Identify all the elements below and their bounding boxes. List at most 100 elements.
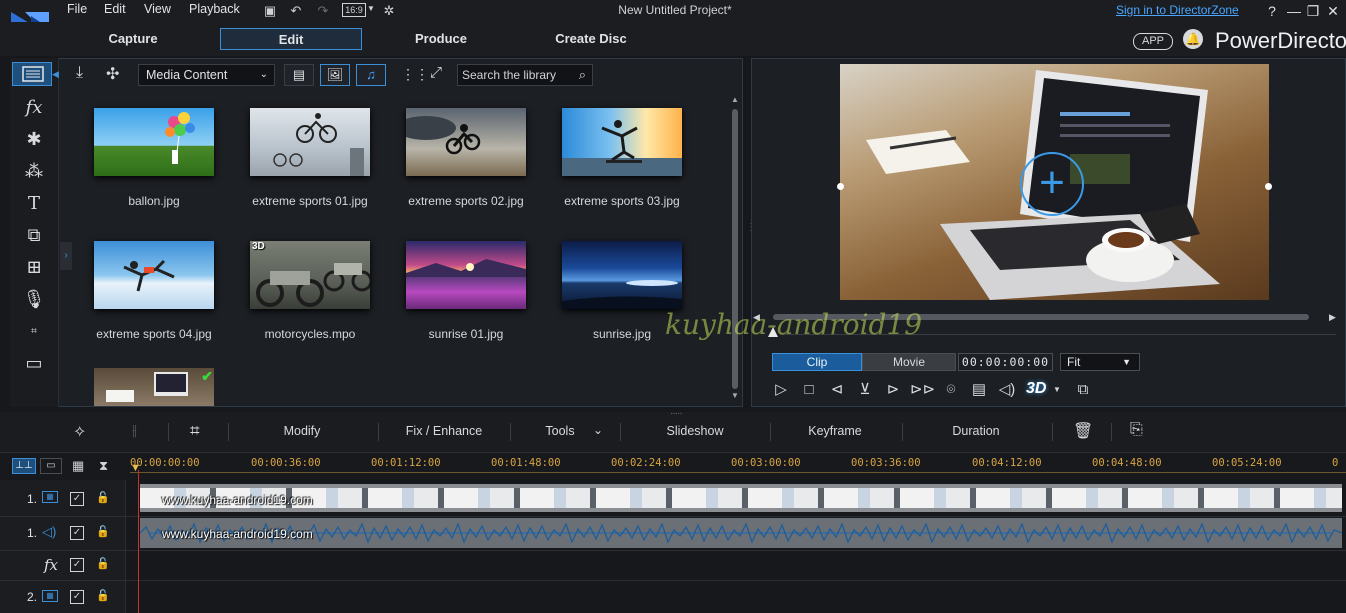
track-enable-checkbox[interactable]: ✓: [70, 558, 84, 572]
undo-icon[interactable]: ↶: [288, 3, 304, 18]
next-frame-icon[interactable]: ⊳: [882, 380, 904, 400]
audio-mixing-icon[interactable]: ⊞: [14, 256, 54, 280]
clip-list-icon[interactable]: ⎘: [1130, 421, 1143, 439]
menu-file[interactable]: File: [67, 2, 87, 16]
timecode-display[interactable]: 00:00:00:00: [958, 353, 1053, 371]
volume-icon[interactable]: ◁): [996, 380, 1018, 400]
library-scrollbar[interactable]: ▲ ▼: [731, 95, 739, 400]
chevron-down-icon[interactable]: ▼: [1053, 385, 1061, 394]
media-content-select[interactable]: Media Content ⌄: [138, 64, 275, 86]
zoom-fit-select[interactable]: Fit ▼: [1060, 353, 1140, 371]
media-thumb-laptop[interactable]: ✔: [94, 368, 214, 406]
tab-edit[interactable]: Edit: [220, 28, 362, 50]
scrub-right-icon[interactable]: ▶: [1329, 312, 1336, 323]
video-clip[interactable]: www.kuyhaa-android19.com: [140, 484, 1342, 512]
magic-wand-icon[interactable]: ✧: [73, 422, 86, 442]
grid-view-icon[interactable]: ⋮⋮: [401, 66, 429, 83]
tab-capture[interactable]: Capture: [62, 28, 204, 50]
filter-audio-button[interactable]: ♫: [356, 64, 386, 86]
menu-view[interactable]: View: [144, 2, 171, 16]
media-thumb-sunrise-01[interactable]: [406, 241, 526, 309]
fix-enhance-button[interactable]: Fix / Enhance: [398, 424, 490, 438]
slideshow-button[interactable]: Slideshow: [652, 424, 738, 438]
trash-icon[interactable]: 🗑: [1073, 421, 1093, 441]
filter-video-button[interactable]: ▤: [284, 64, 314, 86]
aspect-ratio-button[interactable]: 16:9: [342, 3, 366, 17]
search-icon[interactable]: ⌕: [579, 65, 586, 85]
tools-button[interactable]: Tools: [538, 424, 582, 438]
chevron-down-icon[interactable]: ⌄: [593, 423, 603, 437]
media-room-icon[interactable]: [13, 62, 53, 86]
track-enable-checkbox[interactable]: ✓: [70, 492, 84, 506]
fit-timeline-icon[interactable]: ⧗: [99, 458, 108, 474]
undock-preview-icon[interactable]: ⧉: [1072, 380, 1094, 400]
save-icon[interactable]: ▣: [262, 3, 278, 18]
help-button[interactable]: ?: [1262, 2, 1282, 20]
tab-produce[interactable]: Produce: [370, 28, 512, 50]
clip-mode-button[interactable]: Clip: [772, 353, 862, 371]
resize-handle-left[interactable]: [837, 183, 844, 190]
voiceover-mic-icon[interactable]: 🎙: [14, 288, 54, 312]
tab-create-disc[interactable]: Create Disc: [520, 28, 662, 50]
track-enable-checkbox[interactable]: ✓: [70, 590, 84, 604]
menu-playback[interactable]: Playback: [189, 2, 240, 16]
media-thumb-extreme-01[interactable]: [250, 108, 370, 176]
app-badge[interactable]: APP: [1133, 33, 1173, 50]
media-thumb-sunrise[interactable]: [562, 241, 682, 309]
track-lock-icon[interactable]: 🔓: [96, 557, 110, 570]
media-thumb-extreme-04[interactable]: [94, 241, 214, 309]
duration-button[interactable]: Duration: [940, 424, 1012, 438]
timeline-view-icon[interactable]: ⊥⊥: [12, 458, 36, 474]
transition-room-icon[interactable]: ⧉: [14, 224, 54, 248]
pip-room-icon[interactable]: ✱: [14, 128, 54, 152]
modify-button[interactable]: Modify: [262, 424, 342, 438]
track-manager-icon[interactable]: ▦: [72, 458, 84, 474]
fx-room-icon[interactable]: fx: [14, 96, 54, 120]
crop-icon[interactable]: ⌗: [190, 421, 200, 441]
media-thumb-extreme-02[interactable]: [396, 108, 526, 176]
track-lock-icon[interactable]: 🔓: [96, 491, 110, 504]
storyboard-view-icon[interactable]: ▭: [40, 458, 62, 474]
chevron-down-icon[interactable]: ▼: [367, 4, 375, 13]
library-search-input[interactable]: Search the library ⌕: [457, 64, 593, 86]
movie-mode-button[interactable]: Movie: [862, 353, 956, 371]
fast-forward-icon[interactable]: ⊳⊳: [910, 380, 935, 400]
particle-room-icon[interactable]: ⁂: [14, 160, 54, 184]
import-media-icon[interactable]: ⤓: [76, 64, 83, 82]
previous-frame-icon[interactable]: ⊲: [826, 380, 848, 400]
media-thumb-motorcycles[interactable]: 3D: [250, 241, 373, 309]
timeline-playhead[interactable]: [138, 470, 139, 613]
title-room-icon[interactable]: T: [14, 192, 54, 216]
fullscreen-icon[interactable]: ⤢: [430, 64, 442, 81]
plugin-puzzle-icon[interactable]: ✣: [106, 64, 119, 84]
subtitle-room-icon[interactable]: ▭: [14, 352, 54, 376]
stop-icon[interactable]: □: [798, 380, 820, 400]
restore-button[interactable]: ❐: [1303, 2, 1323, 20]
track-lock-icon[interactable]: 🔓: [96, 589, 110, 602]
split-marker-icon[interactable]: ⊻: [854, 380, 876, 400]
close-button[interactable]: ✕: [1323, 2, 1343, 20]
play-icon[interactable]: ▷: [770, 380, 792, 400]
snapshot-camera-icon[interactable]: ⌾: [940, 380, 962, 400]
notification-bell-icon[interactable]: 🔔: [1183, 29, 1203, 49]
subtitle-icon[interactable]: ▤: [968, 380, 990, 400]
move-crosshair-icon[interactable]: +: [1020, 152, 1084, 216]
redo-icon[interactable]: ↷: [315, 3, 331, 18]
resize-handle-right[interactable]: [1265, 183, 1272, 190]
keyframe-button[interactable]: Keyframe: [796, 424, 874, 438]
chapter-room-icon[interactable]: ⌗: [14, 320, 54, 344]
media-thumb-ballon[interactable]: [94, 108, 214, 176]
toolbar-splitter[interactable]: ·····: [670, 408, 683, 419]
filter-image-button[interactable]: 🖼: [320, 64, 350, 86]
library-expand-icon[interactable]: ›: [60, 242, 72, 270]
media-thumb-extreme-03[interactable]: [562, 108, 682, 176]
track-enable-checkbox[interactable]: ✓: [70, 526, 84, 540]
split-icon[interactable]: ⫲: [132, 422, 137, 439]
3d-mode-button[interactable]: 3D: [1026, 380, 1046, 398]
menu-edit[interactable]: Edit: [104, 2, 126, 16]
signin-link[interactable]: Sign in to DirectorZone: [1116, 3, 1239, 17]
minimize-button[interactable]: —: [1284, 2, 1304, 20]
track-lock-icon[interactable]: 🔓: [96, 525, 110, 538]
settings-gear-icon[interactable]: ✲: [381, 3, 397, 18]
audio-clip[interactable]: www.kuyhaa-android19.com: [140, 518, 1342, 548]
